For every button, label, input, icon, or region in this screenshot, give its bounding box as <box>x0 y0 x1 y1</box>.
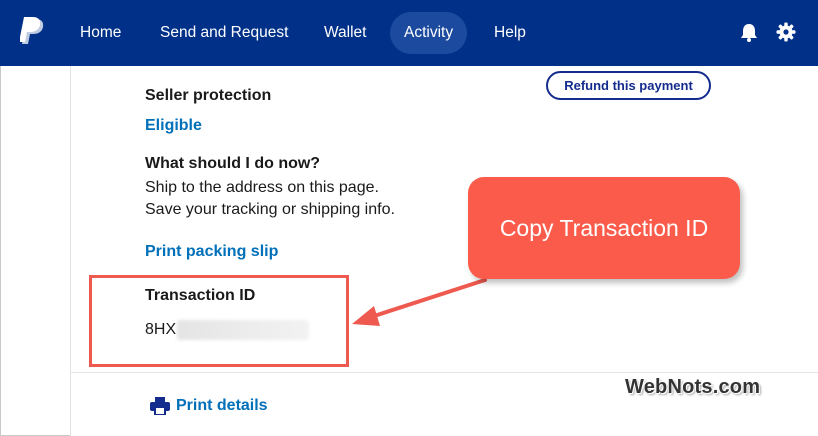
gear-icon[interactable] <box>775 21 797 43</box>
seller-protection-status[interactable]: Eligible <box>145 117 202 135</box>
print-details-link[interactable]: Print details <box>150 397 268 415</box>
print-details-label: Print details <box>176 397 268 414</box>
webnots-watermark: WebNots.com <box>625 376 761 398</box>
copy-transaction-id-callout: Copy Transaction ID <box>468 177 740 279</box>
callout-arrow <box>352 278 487 326</box>
seller-protection-heading: Seller protection <box>145 87 272 104</box>
nav-activity[interactable]: Activity <box>390 12 468 54</box>
card-divider <box>71 372 818 373</box>
bell-icon[interactable] <box>738 21 760 43</box>
transaction-id-highlight-box <box>89 275 349 367</box>
nav-send-and-request[interactable]: Send and Request <box>146 12 302 54</box>
nav-help[interactable]: Help <box>480 12 540 54</box>
refund-payment-button[interactable]: Refund this payment <box>546 71 711 100</box>
nav-wallet[interactable]: Wallet <box>310 12 381 54</box>
next-steps-line-2: Save your tracking or shipping info. <box>145 201 395 218</box>
print-packing-slip-link[interactable]: Print packing slip <box>145 243 278 261</box>
next-steps-line-1: Ship to the address on this page. <box>145 179 379 196</box>
printer-icon <box>150 397 170 415</box>
next-steps-heading: What should I do now? <box>145 155 321 172</box>
nav-home[interactable]: Home <box>66 12 135 54</box>
top-navigation: Home Send and Request Wallet Activity He… <box>0 0 818 66</box>
paypal-logo-icon[interactable] <box>20 17 46 47</box>
